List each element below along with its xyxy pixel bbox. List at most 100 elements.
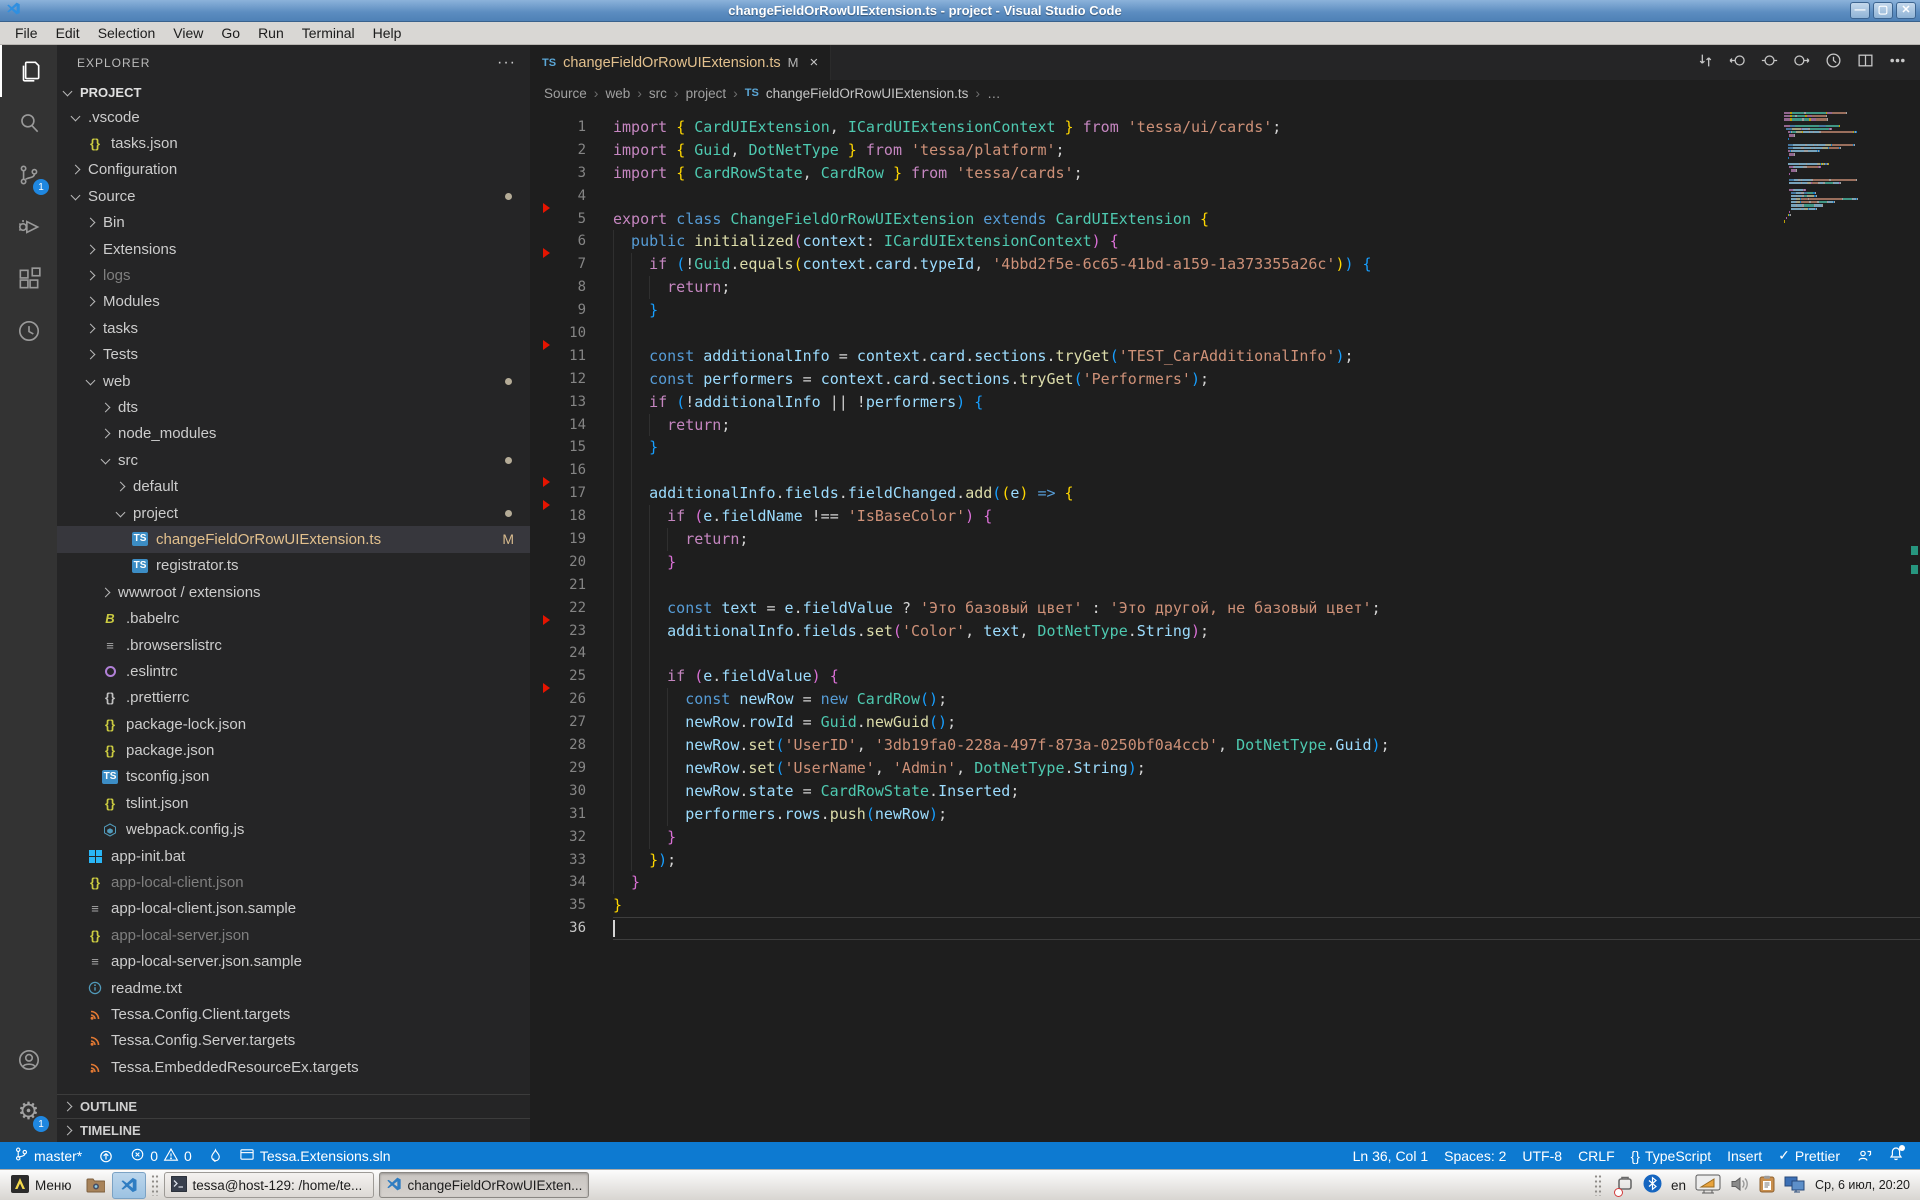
line-number[interactable]: 2	[530, 139, 613, 162]
workspaces-icon[interactable]	[1784, 1175, 1806, 1196]
maximize-button[interactable]: ▢	[1873, 2, 1893, 19]
git-branch-item[interactable]: master*	[0, 1142, 90, 1169]
line-number[interactable]: 34	[530, 871, 613, 894]
breadcrumb-symbol[interactable]: …	[987, 86, 1001, 101]
code-line[interactable]: 6public initialized(context: ICardUIExte…	[530, 230, 1920, 253]
timeline-icon[interactable]	[1825, 52, 1842, 74]
code-line[interactable]: 9}	[530, 299, 1920, 322]
taskbar-clock[interactable]: Ср, 6 июл, 20:20	[1815, 1178, 1910, 1192]
sync-button[interactable]	[90, 1142, 122, 1169]
explorer-icon[interactable]	[0, 45, 57, 97]
feedback-icon[interactable]	[1848, 1142, 1880, 1169]
tree-item-web[interactable]: web	[57, 368, 530, 394]
tree-item-app-local-server.json[interactable]: {}app-local-server.json	[57, 922, 530, 948]
tree-item-app-local-server.json.sample[interactable]: ≡app-local-server.json.sample	[57, 949, 530, 975]
tree-item-tslint.json[interactable]: {}tslint.json	[57, 790, 530, 816]
tree-item-changeFieldOrRowUIExtension.ts[interactable]: TSchangeFieldOrRowUIExtension.tsM	[57, 526, 530, 552]
line-number[interactable]: 14	[530, 414, 613, 437]
tree-item-.eslintrc[interactable]: .eslintrc	[57, 658, 530, 684]
tree-item-.vscode[interactable]: .vscode	[57, 104, 530, 130]
tree-item-tasks[interactable]: tasks	[57, 315, 530, 341]
gitlens-icon[interactable]	[0, 305, 57, 357]
code-line[interactable]: 7if (!Guid.equals(context.card.typeId, '…	[530, 253, 1920, 276]
code-line[interactable]: 21	[530, 574, 1920, 597]
menu-edit[interactable]: Edit	[47, 22, 89, 44]
bluetooth-icon[interactable]	[1643, 1174, 1662, 1196]
tree-item-Tests[interactable]: Tests	[57, 342, 530, 368]
tree-item-Tessa.Config.Server.targets[interactable]: Tessa.Config.Server.targets	[57, 1028, 530, 1054]
close-button[interactable]: ✕	[1896, 2, 1916, 19]
menu-terminal[interactable]: Terminal	[293, 22, 364, 44]
tree-item-wwwroot-extensions[interactable]: wwwroot / extensions	[57, 579, 530, 605]
os-menu-button[interactable]: Меню	[4, 1172, 79, 1199]
code-line[interactable]: 2import { Guid, DotNetType } from 'tessa…	[530, 139, 1920, 162]
line-number[interactable]: 24	[530, 642, 613, 665]
next-change-icon[interactable]	[1793, 52, 1810, 74]
run-debug-icon[interactable]	[0, 201, 57, 253]
more-actions-icon[interactable]	[1889, 52, 1906, 74]
line-number[interactable]: 15	[530, 436, 613, 459]
code-line[interactable]: 10	[530, 322, 1920, 345]
settings-gear-icon[interactable]: ⚙ 1	[0, 1086, 57, 1138]
breadcrumb-item[interactable]: Source	[544, 86, 587, 101]
menu-go[interactable]: Go	[212, 22, 249, 44]
volume-icon[interactable]	[1730, 1175, 1750, 1196]
line-number[interactable]: 28	[530, 734, 613, 757]
taskbar-window-vscode[interactable]: changeFieldOrRowUIExten...	[379, 1172, 589, 1198]
tree-item-webpack.config.js[interactable]: webpack.config.js	[57, 817, 530, 843]
tree-item-registrator.ts[interactable]: TSregistrator.ts	[57, 553, 530, 579]
outline-section-header[interactable]: OUTLINE	[57, 1094, 530, 1118]
tree-item-package.json[interactable]: {}package.json	[57, 737, 530, 763]
breadcrumb-item[interactable]: src	[649, 86, 667, 101]
problems-item[interactable]: 0 0	[122, 1142, 200, 1169]
line-number[interactable]: 8	[530, 276, 613, 299]
code-line[interactable]: 11const additionalInfo = context.card.se…	[530, 345, 1920, 368]
minimize-button[interactable]: —	[1850, 2, 1870, 19]
line-number[interactable]: 19	[530, 528, 613, 551]
code-line[interactable]: 32}	[530, 826, 1920, 849]
code-line[interactable]: 14return;	[530, 414, 1920, 437]
menu-file[interactable]: File	[6, 22, 47, 44]
code-line[interactable]: 15}	[530, 436, 1920, 459]
code-line[interactable]: 31performers.rows.push(newRow);	[530, 803, 1920, 826]
tree-item-logs[interactable]: logs	[57, 262, 530, 288]
display-settings-icon[interactable]	[1695, 1174, 1721, 1197]
code-line[interactable]: 5export class ChangeFieldOrRowUIExtensio…	[530, 208, 1920, 231]
line-number[interactable]: 31	[530, 803, 613, 826]
code-line[interactable]: 24	[530, 642, 1920, 665]
menu-view[interactable]: View	[164, 22, 212, 44]
tree-item-project[interactable]: project	[57, 500, 530, 526]
code-line[interactable]: 30newRow.state = CardRowState.Inserted;	[530, 780, 1920, 803]
account-icon[interactable]	[0, 1034, 57, 1086]
code-editor[interactable]: 1import { CardUIExtension, ICardUIExtens…	[530, 106, 1920, 1142]
keyboard-layout[interactable]: en	[1671, 1178, 1686, 1193]
breadcrumb-file[interactable]: changeFieldOrRowUIExtension.ts	[766, 86, 969, 101]
tree-item-Tessa.Config.Client.targets[interactable]: Tessa.Config.Client.targets	[57, 1001, 530, 1027]
code-line[interactable]: 1import { CardUIExtension, ICardUIExtens…	[530, 116, 1920, 139]
previous-change-icon[interactable]	[1729, 52, 1746, 74]
tree-item-.babelrc[interactable]: B.babelrc	[57, 605, 530, 631]
tree-item-app-local-client.json.sample[interactable]: ≡app-local-client.json.sample	[57, 896, 530, 922]
code-line[interactable]: 19return;	[530, 528, 1920, 551]
line-number[interactable]: 3	[530, 162, 613, 185]
explorer-more-actions[interactable]: ···	[497, 54, 516, 72]
line-number[interactable]: 30	[530, 780, 613, 803]
line-number[interactable]: 1	[530, 116, 613, 139]
tree-item-src[interactable]: src	[57, 447, 530, 473]
tree-item-tasks.json[interactable]: {}tasks.json	[57, 130, 530, 156]
line-number[interactable]: 27	[530, 711, 613, 734]
code-line[interactable]: 13if (!additionalInfo || !performers) {	[530, 391, 1920, 414]
code-line[interactable]: 35}	[530, 894, 1920, 917]
code-line[interactable]: 33});	[530, 849, 1920, 872]
line-number[interactable]: 21	[530, 574, 613, 597]
code-line[interactable]: 29newRow.set('UserName', 'Admin', DotNet…	[530, 757, 1920, 780]
tree-item-Extensions[interactable]: Extensions	[57, 236, 530, 262]
code-line[interactable]: 25if (e.fieldValue) {	[530, 665, 1920, 688]
line-number[interactable]: 13	[530, 391, 613, 414]
menu-selection[interactable]: Selection	[89, 22, 165, 44]
line-number[interactable]: 9	[530, 299, 613, 322]
line-number[interactable]: 36	[530, 917, 613, 940]
tree-item-default[interactable]: default	[57, 473, 530, 499]
project-section-header[interactable]: PROJECT	[57, 80, 530, 104]
code-line[interactable]: 8return;	[530, 276, 1920, 299]
